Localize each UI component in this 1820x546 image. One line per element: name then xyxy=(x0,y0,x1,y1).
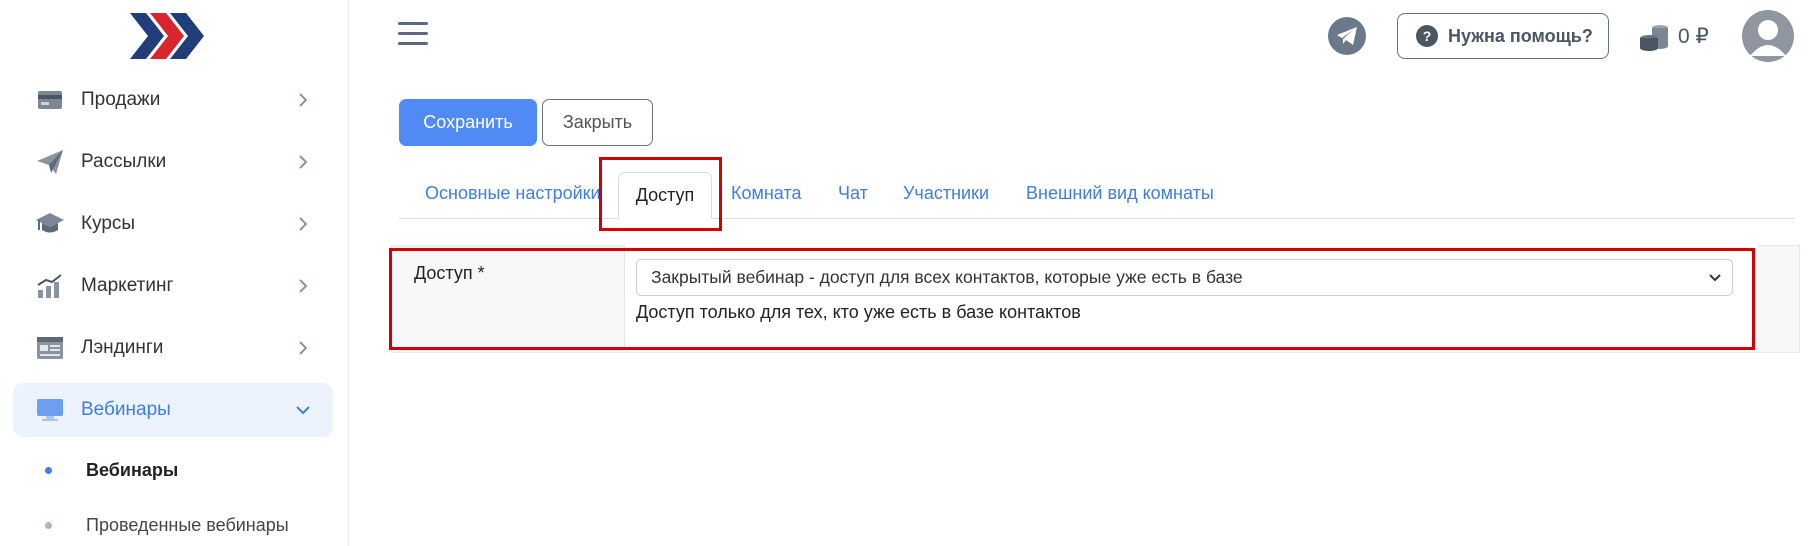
sidebar-subitem-past-webinars[interactable]: Проведенные вебинары xyxy=(0,505,348,545)
tabs-divider xyxy=(399,218,1794,219)
chevron-right-icon xyxy=(299,155,308,169)
question-icon: ? xyxy=(1416,25,1438,47)
access-help-text: Доступ только для тех, кто уже есть в ба… xyxy=(636,302,1081,322)
tab-participants[interactable]: Участники xyxy=(903,183,989,204)
sidebar-item-label: Курсы xyxy=(81,213,136,234)
sidebar: Продажи Рассылки Курсы Маркетинг Лэндинг… xyxy=(0,0,349,546)
telegram-button[interactable] xyxy=(1328,17,1366,55)
balance-value: 0 ₽ xyxy=(1678,25,1709,48)
sidebar-item-label: Лэндинги xyxy=(81,337,164,358)
chevron-right-icon xyxy=(299,93,308,107)
sidebar-item-marketing[interactable]: Маркетинг xyxy=(13,259,333,313)
telegram-icon xyxy=(1337,27,1357,45)
avatar[interactable] xyxy=(1742,10,1794,62)
access-select-value: Закрытый вебинар - доступ для всех конта… xyxy=(651,267,1243,287)
chart-growth-icon xyxy=(35,271,65,301)
user-icon xyxy=(1750,20,1786,56)
card-icon xyxy=(35,85,65,115)
sidebar-subitem-label: Проведенные вебинары xyxy=(86,514,289,535)
landing-page-icon xyxy=(35,333,65,363)
tab-room-appearance[interactable]: Внешний вид комнаты xyxy=(1026,183,1214,204)
sidebar-subitem-webinars[interactable]: Вебинары xyxy=(0,450,348,490)
chevron-right-icon xyxy=(299,279,308,293)
tab-chat[interactable]: Чат xyxy=(838,183,868,204)
sidebar-subitem-label: Вебинары xyxy=(86,459,179,480)
bullet-dot xyxy=(45,466,52,474)
logo xyxy=(130,13,204,59)
save-button[interactable]: Сохранить xyxy=(399,99,537,146)
access-select[interactable]: Закрытый вебинар - доступ для всех конта… xyxy=(636,259,1733,296)
sidebar-item-label: Продажи xyxy=(81,89,161,110)
access-field-label: Доступ * xyxy=(414,263,485,283)
chevron-down-icon xyxy=(1709,274,1721,282)
tab-room[interactable]: Комната xyxy=(731,183,801,204)
sidebar-item-label: Маркетинг xyxy=(81,275,174,296)
coins-icon xyxy=(1640,25,1668,51)
help-button-label: Нужна помощь? xyxy=(1448,25,1593,46)
help-button[interactable]: ? Нужна помощь? xyxy=(1397,13,1609,59)
chevron-down-icon xyxy=(296,406,310,415)
sidebar-item-sales[interactable]: Продажи xyxy=(13,73,333,127)
close-button[interactable]: Закрыть xyxy=(542,99,653,146)
monitor-icon xyxy=(35,395,65,425)
chevron-right-icon xyxy=(299,341,308,355)
paper-plane-icon xyxy=(35,147,65,177)
sidebar-item-label: Рассылки xyxy=(81,151,167,172)
tab-access[interactable]: Доступ xyxy=(618,172,712,219)
sidebar-item-mailings[interactable]: Рассылки xyxy=(13,135,333,189)
sidebar-item-label: Вебинары xyxy=(81,399,171,420)
menu-toggle-button[interactable] xyxy=(398,22,428,48)
sidebar-item-courses[interactable]: Курсы xyxy=(13,197,333,251)
tab-main-settings[interactable]: Основные настройки xyxy=(425,183,601,204)
sidebar-item-webinars[interactable]: Вебинары xyxy=(13,383,333,437)
bullet-dot xyxy=(45,521,52,529)
chevron-right-icon xyxy=(299,217,308,231)
sidebar-item-landings[interactable]: Лэндинги xyxy=(13,321,333,375)
graduation-cap-icon xyxy=(35,209,65,239)
